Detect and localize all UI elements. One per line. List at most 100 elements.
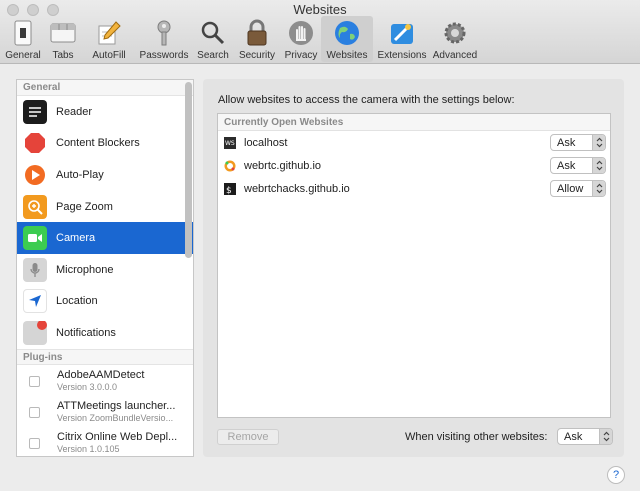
website-settings-sidebar[interactable]: General Reader Content Blockers Auto-Pla… bbox=[16, 79, 194, 457]
extensions-icon bbox=[388, 19, 416, 47]
tab-tabs[interactable]: Tabs bbox=[43, 16, 83, 62]
svg-text:$: $ bbox=[226, 186, 232, 195]
tab-websites[interactable]: Websites bbox=[321, 16, 373, 62]
sidebar-item-auto-play[interactable]: Auto-Play bbox=[17, 159, 193, 191]
website-permission-select[interactable]: Ask bbox=[550, 157, 606, 174]
sidebar-item-content-blockers[interactable]: Content Blockers bbox=[17, 128, 193, 160]
search-icon bbox=[199, 19, 227, 47]
camera-settings-panel: Allow websites to access the camera with… bbox=[203, 79, 624, 457]
website-name: localhost bbox=[244, 136, 288, 149]
website-permission-select[interactable]: Allow bbox=[550, 180, 606, 197]
plugin-checkbox[interactable] bbox=[29, 375, 40, 387]
sidebar-item-label: Auto-Play bbox=[56, 168, 104, 181]
tab-advanced[interactable]: Advanced bbox=[431, 16, 479, 62]
lock-icon bbox=[243, 19, 271, 47]
plugin-checkbox[interactable] bbox=[29, 437, 40, 449]
general-icon bbox=[9, 19, 37, 47]
tab-passwords[interactable]: Passwords bbox=[135, 16, 193, 62]
tab-general[interactable]: General bbox=[3, 16, 43, 62]
tab-search[interactable]: Search bbox=[193, 16, 233, 62]
webrtc-favicon bbox=[224, 160, 236, 172]
tab-security-label: Security bbox=[238, 50, 276, 61]
window-title: Websites bbox=[293, 2, 347, 17]
permission-value: Ask bbox=[564, 430, 583, 443]
plugins-section-header: Plug-ins bbox=[17, 348, 193, 365]
website-row[interactable]: $ webrtchacks.github.io Allow bbox=[218, 177, 610, 200]
tab-advanced-label: Advanced bbox=[432, 50, 478, 61]
tab-security[interactable]: Security bbox=[233, 16, 281, 62]
sidebar-item-page-zoom[interactable]: Page Zoom bbox=[17, 191, 193, 223]
permission-value: Allow bbox=[557, 182, 584, 195]
localhost-favicon: WS bbox=[224, 136, 236, 149]
play-icon bbox=[23, 163, 47, 187]
sidebar-item-label: Reader bbox=[56, 105, 93, 118]
camera-icon bbox=[23, 226, 47, 251]
chevron-updown-icon bbox=[592, 158, 605, 173]
chevron-updown-icon bbox=[592, 135, 605, 150]
gear-icon bbox=[441, 19, 469, 47]
panel-description: Allow websites to access the camera with… bbox=[218, 94, 515, 106]
tab-extensions-label: Extensions bbox=[377, 50, 427, 61]
currently-open-header: Currently Open Websites bbox=[218, 114, 610, 131]
other-websites-label: When visiting other websites: bbox=[405, 431, 548, 443]
plugin-name: Citrix Online Web Depl... bbox=[57, 430, 178, 443]
notifications-icon bbox=[23, 320, 47, 345]
location-icon bbox=[23, 289, 47, 314]
website-name: webrtc.github.io bbox=[244, 159, 322, 172]
general-section-header: General bbox=[17, 80, 193, 96]
zoom-icon bbox=[23, 194, 47, 219]
stop-icon bbox=[23, 131, 47, 155]
plugin-version: Version 3.0.0.0 bbox=[57, 381, 118, 392]
chevron-updown-icon bbox=[599, 429, 612, 444]
plugin-row[interactable]: AdobeAAMDetect Version 3.0.0.0 bbox=[17, 365, 193, 396]
sidebar-item-label: Microphone bbox=[56, 263, 114, 276]
sidebar-item-label: Camera bbox=[56, 232, 96, 245]
website-name: webrtchacks.github.io bbox=[244, 182, 350, 195]
preferences-toolbar: General Tabs AutoFill Passwords Search S… bbox=[3, 16, 479, 62]
chevron-updown-icon bbox=[592, 181, 605, 196]
tab-autofill[interactable]: AutoFill bbox=[83, 16, 135, 62]
website-row[interactable]: webrtc.github.io Ask bbox=[218, 154, 610, 177]
tab-search-label: Search bbox=[197, 50, 229, 61]
autofill-icon bbox=[95, 19, 123, 47]
plugin-name: AdobeAAMDetect bbox=[57, 368, 145, 381]
tab-extensions[interactable]: Extensions bbox=[373, 16, 431, 62]
permission-value: Ask bbox=[557, 136, 576, 149]
website-row[interactable]: WS localhost Ask bbox=[218, 131, 610, 154]
other-websites-select[interactable]: Ask bbox=[557, 428, 613, 445]
tab-autofill-label: AutoFill bbox=[92, 50, 126, 61]
svg-text:WS: WS bbox=[225, 140, 235, 147]
tabs-icon bbox=[49, 19, 77, 47]
website-permission-select[interactable]: Ask bbox=[550, 134, 606, 151]
preferences-window: Websites General Tabs AutoFill Passwords… bbox=[0, 0, 640, 491]
sidebar-item-label: Location bbox=[56, 295, 98, 308]
tab-websites-label: Websites bbox=[326, 50, 368, 61]
sidebar-item-label: Page Zoom bbox=[56, 200, 113, 213]
websites-list[interactable]: Currently Open Websites WS localhost Ask bbox=[217, 113, 611, 418]
sidebar-item-location[interactable]: Location bbox=[17, 286, 193, 318]
plugin-version: Version 1.0.105 bbox=[57, 443, 120, 454]
sidebar-item-camera[interactable]: Camera bbox=[17, 222, 193, 254]
plugin-row[interactable]: Citrix Online Web Depl... Version 1.0.10… bbox=[17, 427, 193, 456]
tab-tabs-label: Tabs bbox=[52, 50, 74, 61]
sidebar-item-reader[interactable]: Reader bbox=[17, 96, 193, 128]
sidebar-item-label: Notifications bbox=[56, 326, 116, 339]
permission-value: Ask bbox=[557, 159, 576, 172]
remove-button[interactable]: Remove bbox=[217, 429, 279, 445]
hand-icon bbox=[287, 19, 315, 47]
plugin-row[interactable]: ATTMeetings launcher... Version ZoomBund… bbox=[17, 396, 193, 427]
plugin-version: Version ZoomBundleVersio... bbox=[57, 412, 174, 423]
sidebar-item-microphone[interactable]: Microphone bbox=[17, 254, 193, 286]
microphone-icon bbox=[23, 257, 47, 282]
sidebar-scrollbar[interactable] bbox=[185, 82, 192, 258]
reader-icon bbox=[23, 99, 47, 124]
tab-general-label: General bbox=[5, 50, 41, 61]
help-button[interactable]: ? bbox=[607, 466, 625, 484]
tab-privacy-label: Privacy bbox=[284, 50, 318, 61]
globe-icon bbox=[333, 19, 361, 47]
sidebar-item-notifications[interactable]: Notifications bbox=[17, 317, 193, 349]
plugin-name: ATTMeetings launcher... bbox=[57, 399, 176, 412]
tab-privacy[interactable]: Privacy bbox=[281, 16, 321, 62]
key-icon bbox=[150, 19, 178, 47]
plugin-checkbox[interactable] bbox=[29, 406, 40, 418]
